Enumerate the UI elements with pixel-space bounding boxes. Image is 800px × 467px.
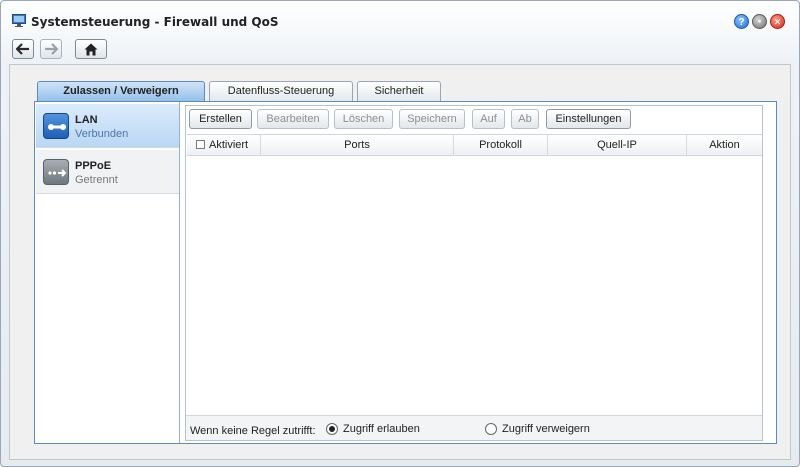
back-button[interactable]: [12, 39, 34, 59]
tab-security[interactable]: Sicherheit: [357, 81, 441, 101]
sidebar-item-status: Verbunden: [75, 128, 129, 140]
column-ports[interactable]: Ports: [261, 135, 454, 156]
sidebar-item-pppoe[interactable]: PPPoE Getrennt: [36, 150, 179, 194]
column-enabled[interactable]: Aktiviert: [187, 135, 261, 156]
minimize-icon[interactable]: ●: [752, 14, 767, 29]
rules-table-header: Aktiviert Ports Protokoll Quell-IP Aktio…: [187, 134, 762, 156]
radio-label: Zugriff erlauben: [343, 423, 420, 435]
column-action[interactable]: Aktion: [687, 135, 762, 156]
home-button[interactable]: [75, 39, 107, 59]
column-source-ip[interactable]: Quell-IP: [548, 135, 687, 156]
sidebar-item-lan[interactable]: LAN Verbunden: [36, 104, 179, 148]
settings-button[interactable]: Einstellungen: [546, 109, 631, 129]
sidebar-item-name: LAN: [75, 114, 98, 126]
radio-label: Zugriff verweigern: [502, 423, 590, 435]
deny-access-radio[interactable]: Zugriff verweigern: [485, 423, 590, 435]
control-panel-icon: [12, 14, 26, 27]
arrow-left-icon: [16, 43, 29, 55]
select-all-checkbox[interactable]: [196, 140, 205, 149]
allow-access-radio[interactable]: Zugriff erlauben: [326, 423, 420, 435]
interface-sidebar: LAN Verbunden PPPoE Getrennt: [35, 102, 180, 443]
column-protocol[interactable]: Protokoll: [454, 135, 548, 156]
home-icon: [84, 43, 98, 55]
tab-traffic-control[interactable]: Datenfluss-Steuerung: [209, 81, 353, 101]
window-title: Systemsteuerung - Firewall und QoS: [31, 15, 279, 29]
default-policy-bar: Wenn keine Regel zutrifft: Zugriff erlau…: [186, 415, 762, 440]
move-down-button[interactable]: Ab: [511, 109, 539, 129]
tab-allow-deny[interactable]: Zulassen / Verweigern: [37, 81, 205, 103]
pppoe-disconnected-icon: [43, 159, 69, 185]
edit-button[interactable]: Bearbeiten: [257, 109, 329, 129]
column-label: Aktiviert: [209, 139, 249, 151]
close-icon[interactable]: ✕: [770, 14, 785, 29]
forward-button[interactable]: [40, 39, 62, 59]
arrow-right-icon: [45, 43, 58, 55]
save-button[interactable]: Speichern: [399, 109, 465, 129]
default-policy-label: Wenn keine Regel zutrifft:: [190, 425, 316, 437]
app-window: Systemsteuerung - Firewall und QoS ? ● ✕…: [0, 0, 800, 467]
navigation-bar: [1, 37, 799, 63]
title-bar[interactable]: Systemsteuerung - Firewall und QoS ? ● ✕: [1, 1, 799, 35]
radio-unselected-icon: [485, 423, 497, 435]
radio-selected-icon: [326, 423, 338, 435]
move-up-button[interactable]: Auf: [472, 109, 505, 129]
sidebar-item-status: Getrennt: [75, 174, 118, 186]
lan-connected-icon: [43, 113, 69, 139]
delete-button[interactable]: Löschen: [334, 109, 393, 129]
sidebar-item-name: PPPoE: [75, 160, 112, 172]
create-button[interactable]: Erstellen: [189, 109, 252, 129]
help-icon[interactable]: ?: [734, 14, 749, 29]
